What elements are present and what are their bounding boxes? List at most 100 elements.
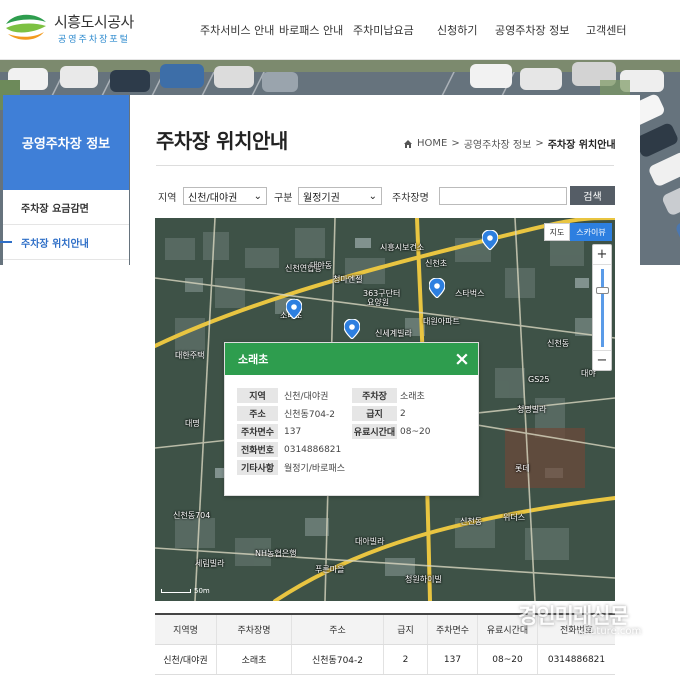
logo-name: 시흥도시공사	[54, 13, 134, 31]
popup-value-parking: 소래초	[400, 392, 425, 402]
type-select[interactable]: 월정기권 ⌄	[298, 187, 382, 205]
parking-name-label: 주차장명	[392, 192, 429, 204]
table-header-cell: 급지	[384, 615, 428, 644]
map-type-skyview-button[interactable]: 스카이뷰	[570, 223, 612, 241]
breadcrumb-parent[interactable]: 공영주차장 정보	[464, 136, 532, 151]
nav-parking-service[interactable]: 주차서비스 안내	[200, 22, 274, 38]
title-divider	[156, 165, 614, 166]
map-label: 푸른마을	[315, 565, 345, 574]
zoom-in-button[interactable]: +	[593, 245, 611, 265]
type-label: 구분	[274, 192, 293, 204]
nav-apply[interactable]: 신청하기	[437, 22, 477, 38]
zoom-control: + −	[592, 244, 612, 371]
map-label: 대명	[185, 419, 200, 428]
breadcrumb-current: 주차장 위치안내	[547, 140, 616, 151]
map-label: 신천동	[547, 339, 570, 348]
map-label: 대야동	[310, 261, 333, 270]
nav-unpaid-fee[interactable]: 주차미납요금	[353, 22, 414, 38]
scale-label: 50m	[194, 587, 210, 595]
main-content: 주차장 위치안내 HOME > 공영주차장 정보 > 주차장 위치안내 지역 신…	[130, 95, 640, 675]
map-label: 대원아파트	[423, 317, 460, 326]
map-label: 신천동704	[173, 511, 211, 520]
map-type-map-button[interactable]: 지도	[544, 223, 570, 241]
popup-label-parking: 주차장	[352, 388, 397, 403]
breadcrumb-separator: >	[535, 138, 544, 149]
map-label: 위더스	[503, 513, 526, 522]
map-pin-icon[interactable]	[344, 319, 360, 339]
popup-value-notes: 월정기/바로패스	[284, 464, 345, 474]
region-select-value: 신천/대야권	[188, 192, 238, 204]
map-pin-icon[interactable]	[429, 278, 445, 298]
table-cell-grade: 2	[384, 645, 428, 674]
map-label: 대한주택	[175, 351, 205, 360]
nav-baropass[interactable]: 바로패스 안내	[279, 22, 343, 38]
logo-emblem-icon	[6, 14, 46, 40]
map-pin-icon[interactable]	[286, 299, 302, 319]
popup-label-region: 지역	[237, 388, 278, 403]
zoom-out-button[interactable]: −	[593, 350, 611, 370]
popup-value-address: 신천동704-2	[284, 410, 335, 420]
popup-close-button[interactable]: ×	[446, 343, 478, 375]
popup-value-region: 신천/대야권	[284, 392, 329, 402]
map-label: 신세계빌라	[375, 329, 412, 338]
popup-label-phone: 전화번호	[237, 442, 278, 457]
map-label: 요양원	[367, 298, 390, 307]
nav-customer-center[interactable]: 고객센터	[586, 22, 626, 38]
parking-name-input[interactable]	[439, 187, 567, 205]
map-label: 청명빌라	[517, 405, 547, 414]
sidebar-item-location-guide[interactable]: 주차장 위치안내	[0, 225, 129, 260]
scale-bar	[161, 589, 191, 593]
map-label: GS25	[528, 375, 550, 384]
map-label: 대아빌라	[355, 537, 385, 546]
logo[interactable]: 시흥도시공사 공영주차장포털	[4, 10, 154, 50]
site-header: 시흥도시공사 공영주차장포털 주차서비스 안내 바로패스 안내 주차미납요금 신…	[0, 0, 680, 60]
table-header-cell: 주소	[292, 615, 384, 644]
chevron-down-icon: ⌄	[368, 190, 377, 202]
popup-header: 소래초 ×	[225, 343, 478, 375]
watermark-url: kifuture.com	[578, 626, 642, 637]
table-header-cell: 주차장명	[217, 615, 292, 644]
region-label: 지역	[158, 192, 177, 204]
type-select-value: 월정기권	[303, 192, 340, 204]
table-cell-address: 신천동704-2	[292, 645, 384, 674]
map-pin-icon[interactable]	[482, 230, 498, 250]
popup-value-spaces: 137	[284, 426, 302, 437]
nav-public-parking-info[interactable]: 공영주차장 정보	[495, 22, 569, 38]
popup-value-phone: 0314886821	[284, 444, 342, 455]
popup-title: 소래초	[238, 353, 269, 366]
popup-label-paid-hours: 유료시간대	[352, 424, 397, 439]
popup-value-paid-hours: 08~20	[400, 426, 431, 437]
popup-label-address: 주소	[237, 406, 278, 421]
sidebar: 공영주차장 정보 주차장 요금감면 주차장 위치안내	[0, 95, 129, 665]
breadcrumb-home[interactable]: HOME	[417, 138, 447, 149]
sidebar-item-fee-reduction[interactable]: 주차장 요금감면	[3, 190, 129, 225]
watermark: 경인미래신문 kifuture.com	[518, 600, 680, 664]
table-header-cell: 지역명	[155, 615, 217, 644]
map-label: 청원하이빌	[405, 575, 442, 584]
zoom-slider-handle[interactable]	[596, 287, 609, 294]
map-scale: 50m	[161, 587, 210, 595]
breadcrumb: HOME > 공영주차장 정보 > 주차장 위치안내	[403, 136, 616, 151]
table-cell-region: 신천/대야권	[155, 645, 217, 674]
map-label: 신천동	[460, 517, 483, 526]
logo-subtitle: 공영주차장포털	[58, 35, 130, 45]
popup-value-grade: 2	[400, 408, 406, 419]
zoom-slider-track[interactable]	[601, 269, 604, 347]
map-label: NH농협은행	[255, 549, 297, 558]
popup-label-notes: 기타사항	[237, 460, 278, 475]
map-label: 세림빌라	[195, 559, 225, 568]
parking-map[interactable]: 시흥시보건소 신천연합동 대야동 363구단터 요양원 스타벅스 청마엔젤 신세…	[155, 218, 615, 601]
map-label: 롯데	[515, 464, 530, 473]
map-label: 청마엔젤	[333, 275, 363, 284]
page-title: 주차장 위치안내	[156, 129, 288, 153]
popup-label-grade: 급지	[352, 406, 397, 421]
table-header-cell: 주차면수	[428, 615, 478, 644]
table-cell-name: 소래초	[217, 645, 292, 674]
parking-info-popup: 소래초 × 지역 신천/대야권 주차장 소래초 주소 신천동704-2 급지 2…	[224, 342, 479, 496]
table-cell-spaces: 137	[428, 645, 478, 674]
sidebar-title: 공영주차장 정보	[3, 95, 129, 190]
region-select[interactable]: 신천/대야권 ⌄	[183, 187, 267, 205]
search-button[interactable]: 검색	[570, 186, 615, 205]
map-label: 신천초	[425, 259, 448, 268]
map-label: 시흥시보건소	[380, 243, 425, 252]
